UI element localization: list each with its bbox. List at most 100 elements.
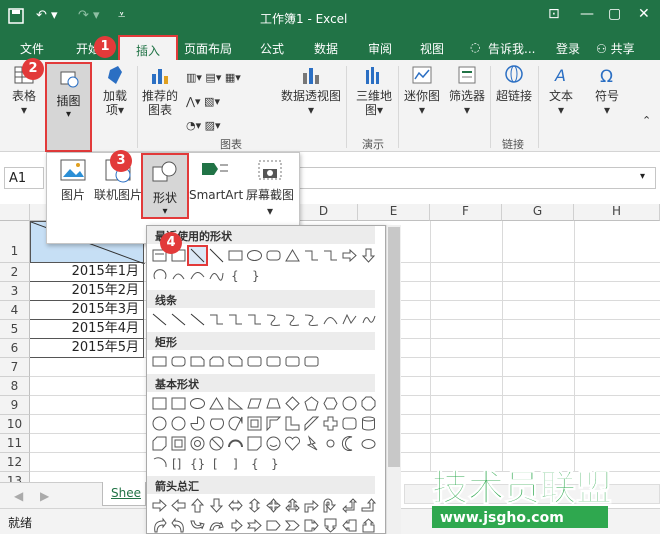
elbow-connector-shape[interactable] xyxy=(303,247,320,264)
minimize-button[interactable]: — xyxy=(580,6,594,22)
arrow-shape[interactable] xyxy=(170,311,187,328)
tab-page-layout[interactable]: 页面布局 xyxy=(184,40,232,57)
elbow-connector-shape[interactable] xyxy=(208,311,225,328)
sheet-tab[interactable]: Shee xyxy=(102,482,146,506)
rounded-rect-shape[interactable] xyxy=(265,247,282,264)
left-bracket-shape[interactable]: [ xyxy=(208,455,225,472)
right-bracket-shape[interactable]: ] xyxy=(227,455,244,472)
lightning-bolt-shape[interactable] xyxy=(303,435,320,452)
text-box-shape[interactable] xyxy=(151,395,168,412)
row-header[interactable]: 4 xyxy=(0,301,30,320)
ribbon-display-icon[interactable]: ⊡ xyxy=(548,6,560,22)
illustrations-button[interactable]: 插图 ▾ xyxy=(45,62,92,152)
right-arrow-shape[interactable] xyxy=(341,247,358,264)
addins-button[interactable]: 加载 项▾ xyxy=(96,64,134,117)
hexagon-shape[interactable] xyxy=(322,395,339,412)
customize-qat-icon[interactable]: ⩡ xyxy=(118,8,125,23)
elbow-arrow-shape[interactable] xyxy=(322,247,339,264)
left-right-arrow-shape[interactable] xyxy=(227,497,244,514)
column-header-f[interactable]: F xyxy=(430,204,502,221)
curved-connector-shape[interactable] xyxy=(265,311,282,328)
arc-shape[interactable] xyxy=(151,267,168,284)
row-header[interactable]: 6 xyxy=(0,339,30,358)
smartart-button[interactable]: SmartArt xyxy=(189,157,243,203)
combo-chart-icon[interactable]: ▨▾ xyxy=(205,119,221,132)
elbow-double-arrow-shape[interactable] xyxy=(246,311,263,328)
row-header[interactable]: 5 xyxy=(0,320,30,339)
row-header[interactable]: 9 xyxy=(0,396,30,415)
column-header-g[interactable]: G xyxy=(502,204,574,221)
diamond-shape[interactable] xyxy=(284,395,301,412)
column-header-e[interactable]: E xyxy=(358,204,430,221)
smiley-face-shape[interactable] xyxy=(265,435,282,452)
line-shape[interactable] xyxy=(151,311,168,328)
tab-view[interactable]: 视图 xyxy=(420,40,444,57)
row-header[interactable]: 2 xyxy=(0,263,30,282)
cross-shape[interactable] xyxy=(322,415,339,432)
snip-same-side-rect-shape[interactable] xyxy=(208,353,225,370)
decagon-shape[interactable] xyxy=(151,415,168,432)
close-button[interactable]: ✕ xyxy=(638,6,650,22)
rectangle-shape[interactable] xyxy=(227,247,244,264)
bent-arrow-shape[interactable] xyxy=(303,497,320,514)
sparkline-button[interactable]: 迷你图 ▾ xyxy=(402,64,442,117)
row-header[interactable]: 7 xyxy=(0,358,30,377)
block-arc-shape[interactable] xyxy=(227,435,244,452)
curved-connector-shape[interactable] xyxy=(189,267,206,284)
notched-right-arrow-shape[interactable] xyxy=(246,517,263,534)
hierarchy-chart-icon[interactable]: ▤▾ xyxy=(205,71,221,84)
row-header[interactable]: 10 xyxy=(0,415,30,434)
row-header[interactable]: 3 xyxy=(0,282,30,301)
share-button[interactable]: ⚇ 共享 xyxy=(596,40,635,57)
3d-map-button[interactable]: 三维地 图▾ xyxy=(354,64,394,117)
name-box[interactable]: A1 xyxy=(4,167,44,189)
right-arrow-shape[interactable] xyxy=(151,497,168,514)
gallery-scroll-thumb[interactable] xyxy=(388,227,400,467)
right-arrow-callout-shape[interactable] xyxy=(303,517,320,534)
stat-chart-icon[interactable]: ▧▾ xyxy=(204,95,220,108)
login-link[interactable]: 登录 xyxy=(556,40,580,57)
pie-shape[interactable] xyxy=(189,415,206,432)
symbol-button[interactable]: Ω 符号 ▾ xyxy=(590,64,624,117)
teardrop-shape[interactable] xyxy=(227,415,244,432)
bent-up-arrow-shape[interactable] xyxy=(360,497,377,514)
curved-down-arrow-shape[interactable] xyxy=(208,517,225,534)
slicer-button[interactable]: 筛选器 ▾ xyxy=(446,64,488,117)
half-frame-shape[interactable] xyxy=(265,415,282,432)
column-header-d[interactable]: D xyxy=(290,204,358,221)
frame-shape[interactable] xyxy=(246,415,263,432)
double-brace-shape[interactable]: {} xyxy=(189,455,206,472)
diagonal-stripe-shape[interactable] xyxy=(303,415,320,432)
bevel-shape[interactable] xyxy=(170,435,187,452)
line-shape[interactable] xyxy=(187,245,208,266)
striped-right-arrow-shape[interactable] xyxy=(227,517,244,534)
oval-shape[interactable] xyxy=(246,247,263,264)
pivotchart-button[interactable]: 数据透视图 ▾ xyxy=(280,64,342,117)
left-arrow-shape[interactable] xyxy=(170,497,187,514)
right-brace-shape[interactable]: } xyxy=(265,455,282,472)
snip-round-rect-shape[interactable] xyxy=(246,353,263,370)
donut-shape[interactable] xyxy=(189,435,206,452)
moon-shape[interactable] xyxy=(341,435,358,452)
left-brace-shape[interactable]: { xyxy=(246,455,263,472)
down-arrow-shape[interactable] xyxy=(208,497,225,514)
isosceles-triangle-shape[interactable] xyxy=(208,395,225,412)
column-header-h[interactable]: H xyxy=(574,204,660,221)
trapezoid-shape[interactable] xyxy=(265,395,282,412)
freeform-shape[interactable] xyxy=(341,311,358,328)
triangle-shape[interactable] xyxy=(284,247,301,264)
right-triangle-shape[interactable] xyxy=(227,395,244,412)
down-arrow-callout-shape[interactable] xyxy=(322,517,339,534)
left-arrow-callout-shape[interactable] xyxy=(341,517,358,534)
tab-formulas[interactable]: 公式 xyxy=(260,40,284,57)
up-arrow-shape[interactable] xyxy=(189,497,206,514)
snip-diagonal-rect-shape[interactable] xyxy=(227,353,244,370)
line-chart-icon[interactable]: ⋀▾ xyxy=(186,95,201,108)
prev-sheet-icon[interactable]: ◀ xyxy=(14,489,23,503)
heptagon-shape[interactable] xyxy=(341,395,358,412)
collapse-ribbon-icon[interactable]: ⌃ xyxy=(642,114,651,128)
gallery-scrollbar[interactable] xyxy=(386,225,401,534)
chart-type-buttons[interactable]: ▥▾ ▤▾ ▦▾ ⋀▾ ▧▾ ◔▾ ▨▾ xyxy=(186,66,276,138)
screenshot-button[interactable]: 屏幕截图 ▾ xyxy=(243,157,297,219)
tab-insert[interactable]: 插入 xyxy=(118,35,178,60)
